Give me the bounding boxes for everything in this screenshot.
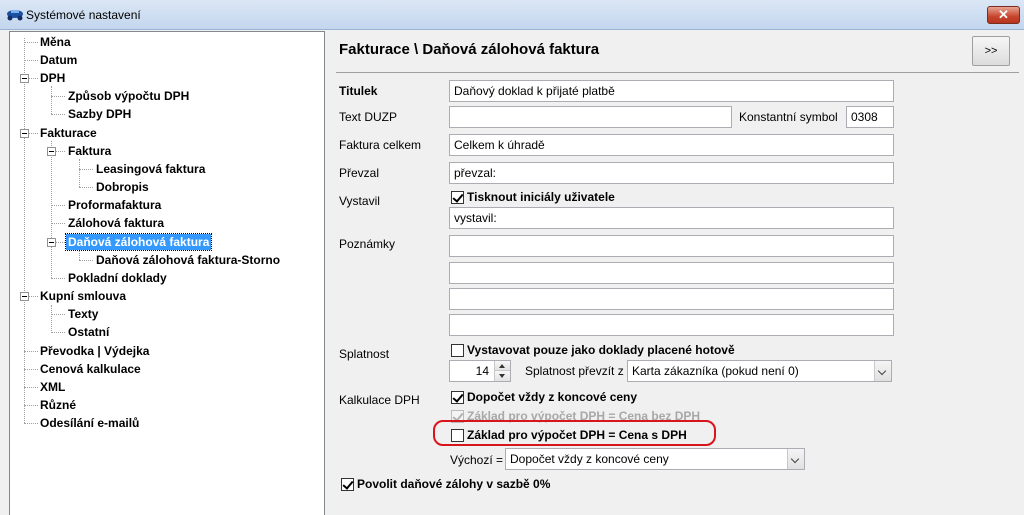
collapse-fakturace-icon[interactable] [20, 129, 29, 138]
splatnost-days-stepper[interactable]: 14 [449, 360, 511, 382]
kalkulace-dph-label: Kalkulace DPH [339, 393, 420, 407]
spin-up-icon[interactable] [495, 361, 510, 371]
dopocet-label: Dopočet vždy z koncové ceny [467, 390, 638, 404]
povolit-zalohy-label: Povolit daňové zálohy v sazbě 0% [357, 477, 551, 491]
poznamky-line-4[interactable] [449, 314, 894, 336]
tree-item-sazby-dph[interactable]: Sazby DPH [66, 106, 133, 122]
text-duzp-label: Text DUZP [339, 110, 398, 124]
faktura-celkem-label: Faktura celkem [339, 138, 422, 152]
splatnost-days-value: 14 [475, 364, 489, 378]
tree-item-pokladni-doklady[interactable]: Pokladní doklady [66, 270, 169, 286]
tree-item-datum[interactable]: Datum [38, 52, 79, 68]
tisknout-inicialy-checkbox[interactable] [451, 191, 464, 204]
vychozi-label: Výchozí = [450, 453, 504, 467]
tree-item-xml[interactable]: XML [38, 379, 67, 395]
poznamky-label: Poznámky [339, 237, 396, 251]
faktura-celkem-field[interactable]: Celkem k úhradě [449, 134, 894, 156]
tree-item-odesilani-emailu[interactable]: Odesílání e-mailů [38, 415, 141, 431]
poznamky-line-3[interactable] [449, 288, 894, 310]
konstantni-symbol-label: Konstantní symbol [739, 110, 838, 124]
dopocet-checkbox[interactable] [451, 391, 464, 404]
collapse-kupni-smlouva-icon[interactable] [20, 292, 29, 301]
prevzal-label: Převzal [339, 166, 380, 180]
app-icon [7, 10, 23, 21]
titulek-field[interactable]: Daňový doklad k přijaté platbě [449, 80, 894, 102]
titulek-label: Titulek [339, 84, 378, 98]
highlight-annotation [433, 420, 716, 446]
hotove-label: Vystavovat pouze jako doklady placené ho… [467, 343, 735, 357]
konstantni-symbol-field[interactable]: 0308 [846, 106, 894, 128]
close-button[interactable]: ✕ [987, 6, 1020, 24]
tree-item-mena[interactable]: Měna [38, 34, 73, 50]
spin-down-icon[interactable] [495, 371, 510, 381]
header-divider [336, 72, 1019, 73]
splatnost-prevzit-value: Karta zákazníka (pokud není 0) [632, 364, 799, 378]
tree-item-dobropis[interactable]: Dobropis [94, 179, 151, 195]
chevron-down-icon[interactable] [787, 449, 804, 469]
tree-item-faktura[interactable]: Faktura [66, 143, 113, 159]
prevzal-field[interactable]: převzal: [449, 162, 894, 184]
vystavil-label: Vystavil [339, 194, 380, 208]
collapse-faktura-icon[interactable] [47, 147, 56, 156]
hotove-checkbox[interactable] [451, 344, 464, 357]
text-duzp-field[interactable] [449, 106, 732, 128]
tree-item-zalohova-faktura[interactable]: Zálohová faktura [66, 215, 166, 231]
settings-tree[interactable]: Měna Datum DPH Způsob výpočtu DPH Sazby … [9, 31, 325, 515]
vychozi-value: Dopočet vždy z koncové ceny [510, 452, 669, 466]
tree-item-leasingova-faktura[interactable]: Leasingová faktura [94, 161, 207, 177]
tree-item-danova-zalohova-faktura-storno[interactable]: Daňová zálohová faktura-Storno [94, 252, 282, 268]
tisknout-inicialy-label: Tisknout iniciály uživatele [467, 190, 615, 204]
page-title: Fakturace \ Daňová zálohová faktura [339, 41, 600, 58]
chevron-down-icon[interactable] [874, 361, 891, 381]
tree-item-zpusob-vypoctu-dph[interactable]: Způsob výpočtu DPH [66, 88, 191, 104]
tree-item-proformafaktura[interactable]: Proformafaktura [66, 197, 163, 213]
vychozi-select[interactable]: Dopočet vždy z koncové ceny [505, 448, 805, 470]
collapse-dph-icon[interactable] [20, 74, 29, 83]
poznamky-line-1[interactable] [449, 235, 894, 257]
splatnost-prevzit-label: Splatnost převzít z [525, 364, 624, 378]
tree-item-fakturace[interactable]: Fakturace [38, 125, 99, 141]
window-title: Systémové nastavení [26, 8, 141, 22]
splatnost-label: Splatnost [339, 347, 390, 361]
settings-panel: Fakturace \ Daňová zálohová faktura >> T… [330, 31, 1024, 515]
tree-item-cenova-kalkulace[interactable]: Cenová kalkulace [38, 361, 143, 377]
tree-item-texty[interactable]: Texty [66, 306, 100, 322]
next-button[interactable]: >> [972, 36, 1010, 66]
vystavil-field[interactable]: vystavil: [449, 207, 894, 229]
splatnost-prevzit-select[interactable]: Karta zákazníka (pokud není 0) [627, 360, 892, 382]
tree-item-ruzne[interactable]: Různé [38, 397, 78, 413]
povolit-zalohy-checkbox[interactable] [341, 478, 354, 491]
tree-item-danova-zalohova-faktura[interactable]: Daňová zálohová faktura [64, 233, 213, 251]
poznamky-line-2[interactable] [449, 262, 894, 284]
tree-item-kupni-smlouva[interactable]: Kupní smlouva [38, 288, 128, 304]
tree-item-dph[interactable]: DPH [38, 70, 67, 86]
title-bar: Systémové nastavení ✕ [0, 0, 1024, 30]
collapse-danova-zalohova-icon[interactable] [47, 238, 56, 247]
tree-item-prevodka-vydejka[interactable]: Převodka | Výdejka [38, 343, 151, 359]
tree-item-ostatni[interactable]: Ostatní [66, 324, 111, 340]
